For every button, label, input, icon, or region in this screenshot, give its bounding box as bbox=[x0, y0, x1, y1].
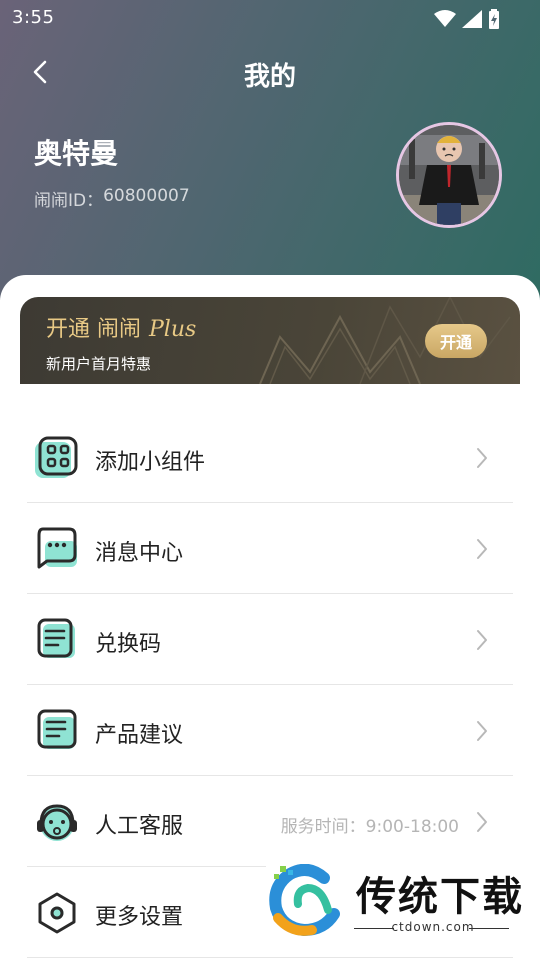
status-time: 3:55 bbox=[12, 7, 55, 28]
menu-item-label: 添加小组件 bbox=[95, 450, 206, 475]
menu-item-message-center[interactable]: 消息中心 bbox=[27, 503, 513, 594]
menu-item-add-widget[interactable]: 添加小组件 bbox=[27, 412, 513, 503]
chevron-right-icon bbox=[477, 721, 487, 741]
watermark-text: 传统下载 bbox=[356, 874, 524, 920]
watermark-logo-icon bbox=[269, 864, 340, 936]
vip-banner[interactable]: 开通 闹闹 Plus 新用户首月特惠 开通 bbox=[20, 297, 520, 384]
nav-bar: 我的 bbox=[0, 48, 540, 96]
chevron-right-icon bbox=[477, 539, 487, 559]
menu-item-label: 兑换码 bbox=[95, 632, 162, 657]
suggestion-note-icon bbox=[37, 709, 77, 749]
avatar[interactable] bbox=[396, 122, 502, 228]
watermark-line-right bbox=[469, 928, 509, 929]
chevron-right-icon bbox=[477, 812, 487, 832]
user-id-label: 闹闹ID： bbox=[34, 191, 104, 211]
watermark: 传统下载 ctdown.com bbox=[266, 862, 526, 942]
avatar-image bbox=[399, 125, 499, 225]
user-id-value: 60800007 bbox=[103, 186, 190, 206]
page-title: 我的 bbox=[243, 62, 296, 92]
vip-title-prefix: 开通 闹闹 bbox=[46, 317, 141, 342]
customer-service-icon bbox=[37, 804, 77, 841]
vip-plus-label: Plus bbox=[149, 317, 197, 342]
menu-item-label: 更多设置 bbox=[95, 905, 184, 930]
battery-icon bbox=[489, 9, 499, 29]
settings-hexagon-icon bbox=[38, 892, 76, 934]
user-id: 闹闹ID： 60800007 bbox=[34, 186, 190, 211]
menu-item-label: 消息中心 bbox=[95, 541, 184, 566]
redeem-code-icon bbox=[37, 618, 75, 658]
menu-item-label: 产品建议 bbox=[95, 723, 184, 748]
menu-item-product-suggestion[interactable]: 产品建议 bbox=[27, 685, 513, 776]
menu-item-label: 人工客服 bbox=[95, 814, 184, 839]
widget-grid-icon bbox=[35, 436, 78, 478]
signal-icon bbox=[462, 10, 482, 28]
wifi-icon bbox=[434, 10, 456, 27]
status-icons bbox=[434, 9, 500, 29]
user-name: 奥特曼 bbox=[34, 137, 119, 170]
watermark-url: ctdown.com bbox=[391, 920, 475, 934]
status-bar: 3:55 bbox=[0, 0, 540, 36]
service-hours: 服务时间：9:00-18:00 bbox=[280, 817, 459, 837]
vip-title: 开通 闹闹 Plus bbox=[46, 311, 196, 343]
chevron-right-icon bbox=[477, 448, 487, 468]
chevron-right-icon bbox=[477, 630, 487, 650]
menu-item-redeem-code[interactable]: 兑换码 bbox=[27, 594, 513, 685]
menu-item-customer-service[interactable]: 人工客服 服务时间：9:00-18:00 bbox=[27, 776, 513, 867]
vip-open-button[interactable]: 开通 bbox=[425, 324, 487, 358]
vip-subtitle: 新用户首月特惠 bbox=[46, 355, 152, 373]
message-bubble-icon bbox=[37, 527, 77, 569]
